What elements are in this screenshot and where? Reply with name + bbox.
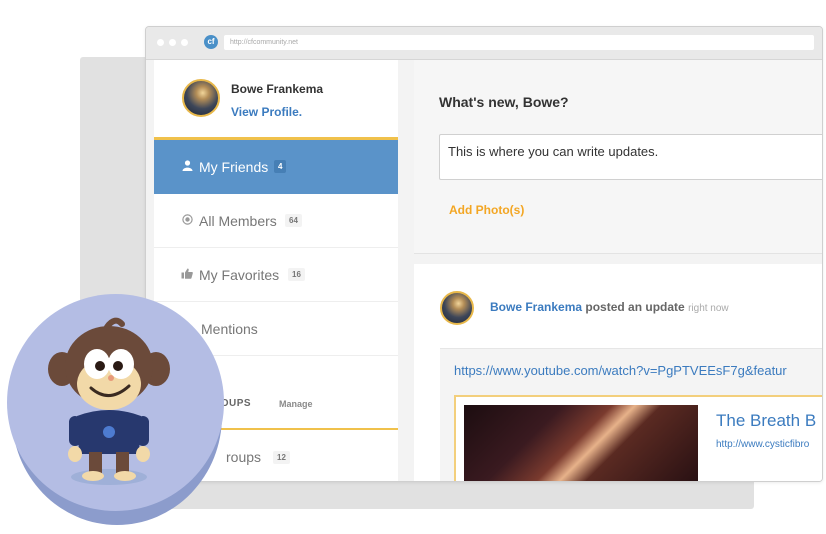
sidebar-item-label: All Members (199, 213, 277, 229)
mascot-badge (7, 294, 224, 511)
preview-source-link[interactable]: http://www.cysticfibro (716, 439, 809, 450)
sidebar-item-label: roups (226, 449, 262, 465)
post-author-link[interactable]: Bowe Frankema (490, 300, 582, 314)
sidebar-item-my-friends[interactable]: My Friends 4 (154, 140, 398, 194)
count-badge: 12 (273, 451, 290, 464)
preview-title-link[interactable]: The Breath B (716, 411, 816, 431)
monkey-mascot-icon (48, 317, 170, 485)
view-profile-link[interactable]: View Profile. (231, 105, 302, 119)
activity-feed: Bowe Frankema posted an update right now… (414, 264, 822, 481)
profile-card: Bowe Frankema View Profile. (154, 60, 398, 140)
address-bar[interactable]: http://cfcommunity.net (224, 35, 814, 50)
sidebar-item-label: My Friends (199, 159, 269, 175)
post-timestamp: right now (688, 303, 729, 314)
target-icon (181, 214, 193, 228)
add-photos-button[interactable]: Add Photo(s) (449, 203, 524, 217)
update-textarea[interactable]: This is where you can write updates. (439, 134, 822, 180)
video-preview-card[interactable]: The Breath B http://www.cysticfibro (454, 395, 822, 481)
link-preview: https://www.youtube.com/watch?v=PgPTVEEs… (440, 348, 822, 481)
avatar[interactable] (182, 79, 220, 117)
post-url-link[interactable]: https://www.youtube.com/watch?v=PgPTVEEs… (454, 363, 787, 378)
user-icon (181, 160, 193, 174)
thumbs-up-icon (181, 268, 193, 282)
browser-toolbar: cf http://cfcommunity.net (146, 27, 822, 60)
avatar[interactable] (440, 291, 474, 325)
sidebar-item-label: My Favorites (199, 267, 280, 283)
main-content: What's new, Bowe? This is where you can … (414, 60, 822, 481)
video-thumbnail[interactable] (464, 405, 698, 481)
post-header: Bowe Frankema posted an update right now (490, 300, 729, 314)
site-favicon-icon: cf (204, 35, 218, 49)
manage-link[interactable]: Manage (279, 399, 313, 409)
window-dot[interactable] (169, 39, 176, 46)
composer-title: What's new, Bowe? (439, 94, 569, 110)
count-badge: 4 (274, 160, 287, 173)
window-dot[interactable] (181, 39, 188, 46)
count-badge: 64 (285, 214, 302, 227)
update-composer: What's new, Bowe? This is where you can … (414, 60, 822, 254)
sidebar-item-all-members[interactable]: All Members 64 (154, 194, 398, 248)
window-dot[interactable] (157, 39, 164, 46)
profile-name: Bowe Frankema (231, 82, 324, 96)
post-action-text: posted an update (585, 300, 685, 314)
browser-window: cf http://cfcommunity.net Bowe Frankema … (145, 26, 823, 482)
count-badge: 16 (288, 268, 305, 281)
